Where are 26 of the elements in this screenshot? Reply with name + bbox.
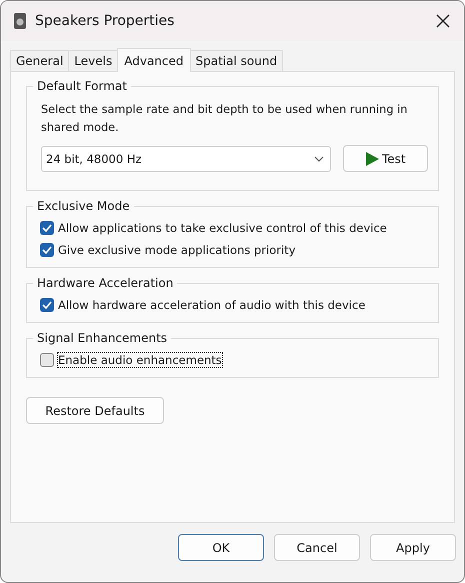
- group-title: Exclusive Mode: [33, 199, 134, 213]
- group-title: Default Format: [33, 79, 131, 93]
- test-button[interactable]: Test: [342, 145, 428, 172]
- checkbox[interactable]: [40, 243, 54, 257]
- dialog-button[interactable]: Apply: [370, 534, 456, 561]
- chevron-down-icon: [314, 156, 324, 162]
- dialog-button[interactable]: OK: [178, 534, 264, 561]
- tab[interactable]: General: [10, 50, 70, 71]
- play-icon: [364, 152, 379, 166]
- checkbox-label[interactable]: Allow hardware acceleration of audio with this device: [58, 298, 366, 312]
- tab[interactable]: Advanced: [117, 48, 191, 72]
- checkbox-label[interactable]: Allow applications to take exclusive control of this device: [58, 221, 387, 235]
- checkbox-label[interactable]: Give exclusive mode applications priority: [58, 243, 296, 257]
- checkbox-label[interactable]: Enable audio enhancements: [58, 353, 222, 367]
- description-text: Select the sample rate and bit depth to be used when running in shared mode.: [40, 102, 408, 136]
- tab[interactable]: Spatial sound: [190, 50, 284, 71]
- speaker-icon: [13, 12, 27, 30]
- group-title: Signal Enhancements: [33, 331, 172, 345]
- checkbox[interactable]: [40, 221, 54, 235]
- window-title: Speakers Properties: [35, 13, 176, 29]
- group-title: Hardware Acceleration: [33, 276, 178, 290]
- format-dropdown[interactable]: 24 bit, 48000 Hz: [41, 146, 331, 172]
- checkbox[interactable]: [40, 353, 54, 367]
- dialog-button[interactable]: Cancel: [274, 534, 360, 561]
- checkbox[interactable]: [40, 298, 54, 312]
- restore-defaults-button[interactable]: Restore Defaults: [26, 397, 164, 424]
